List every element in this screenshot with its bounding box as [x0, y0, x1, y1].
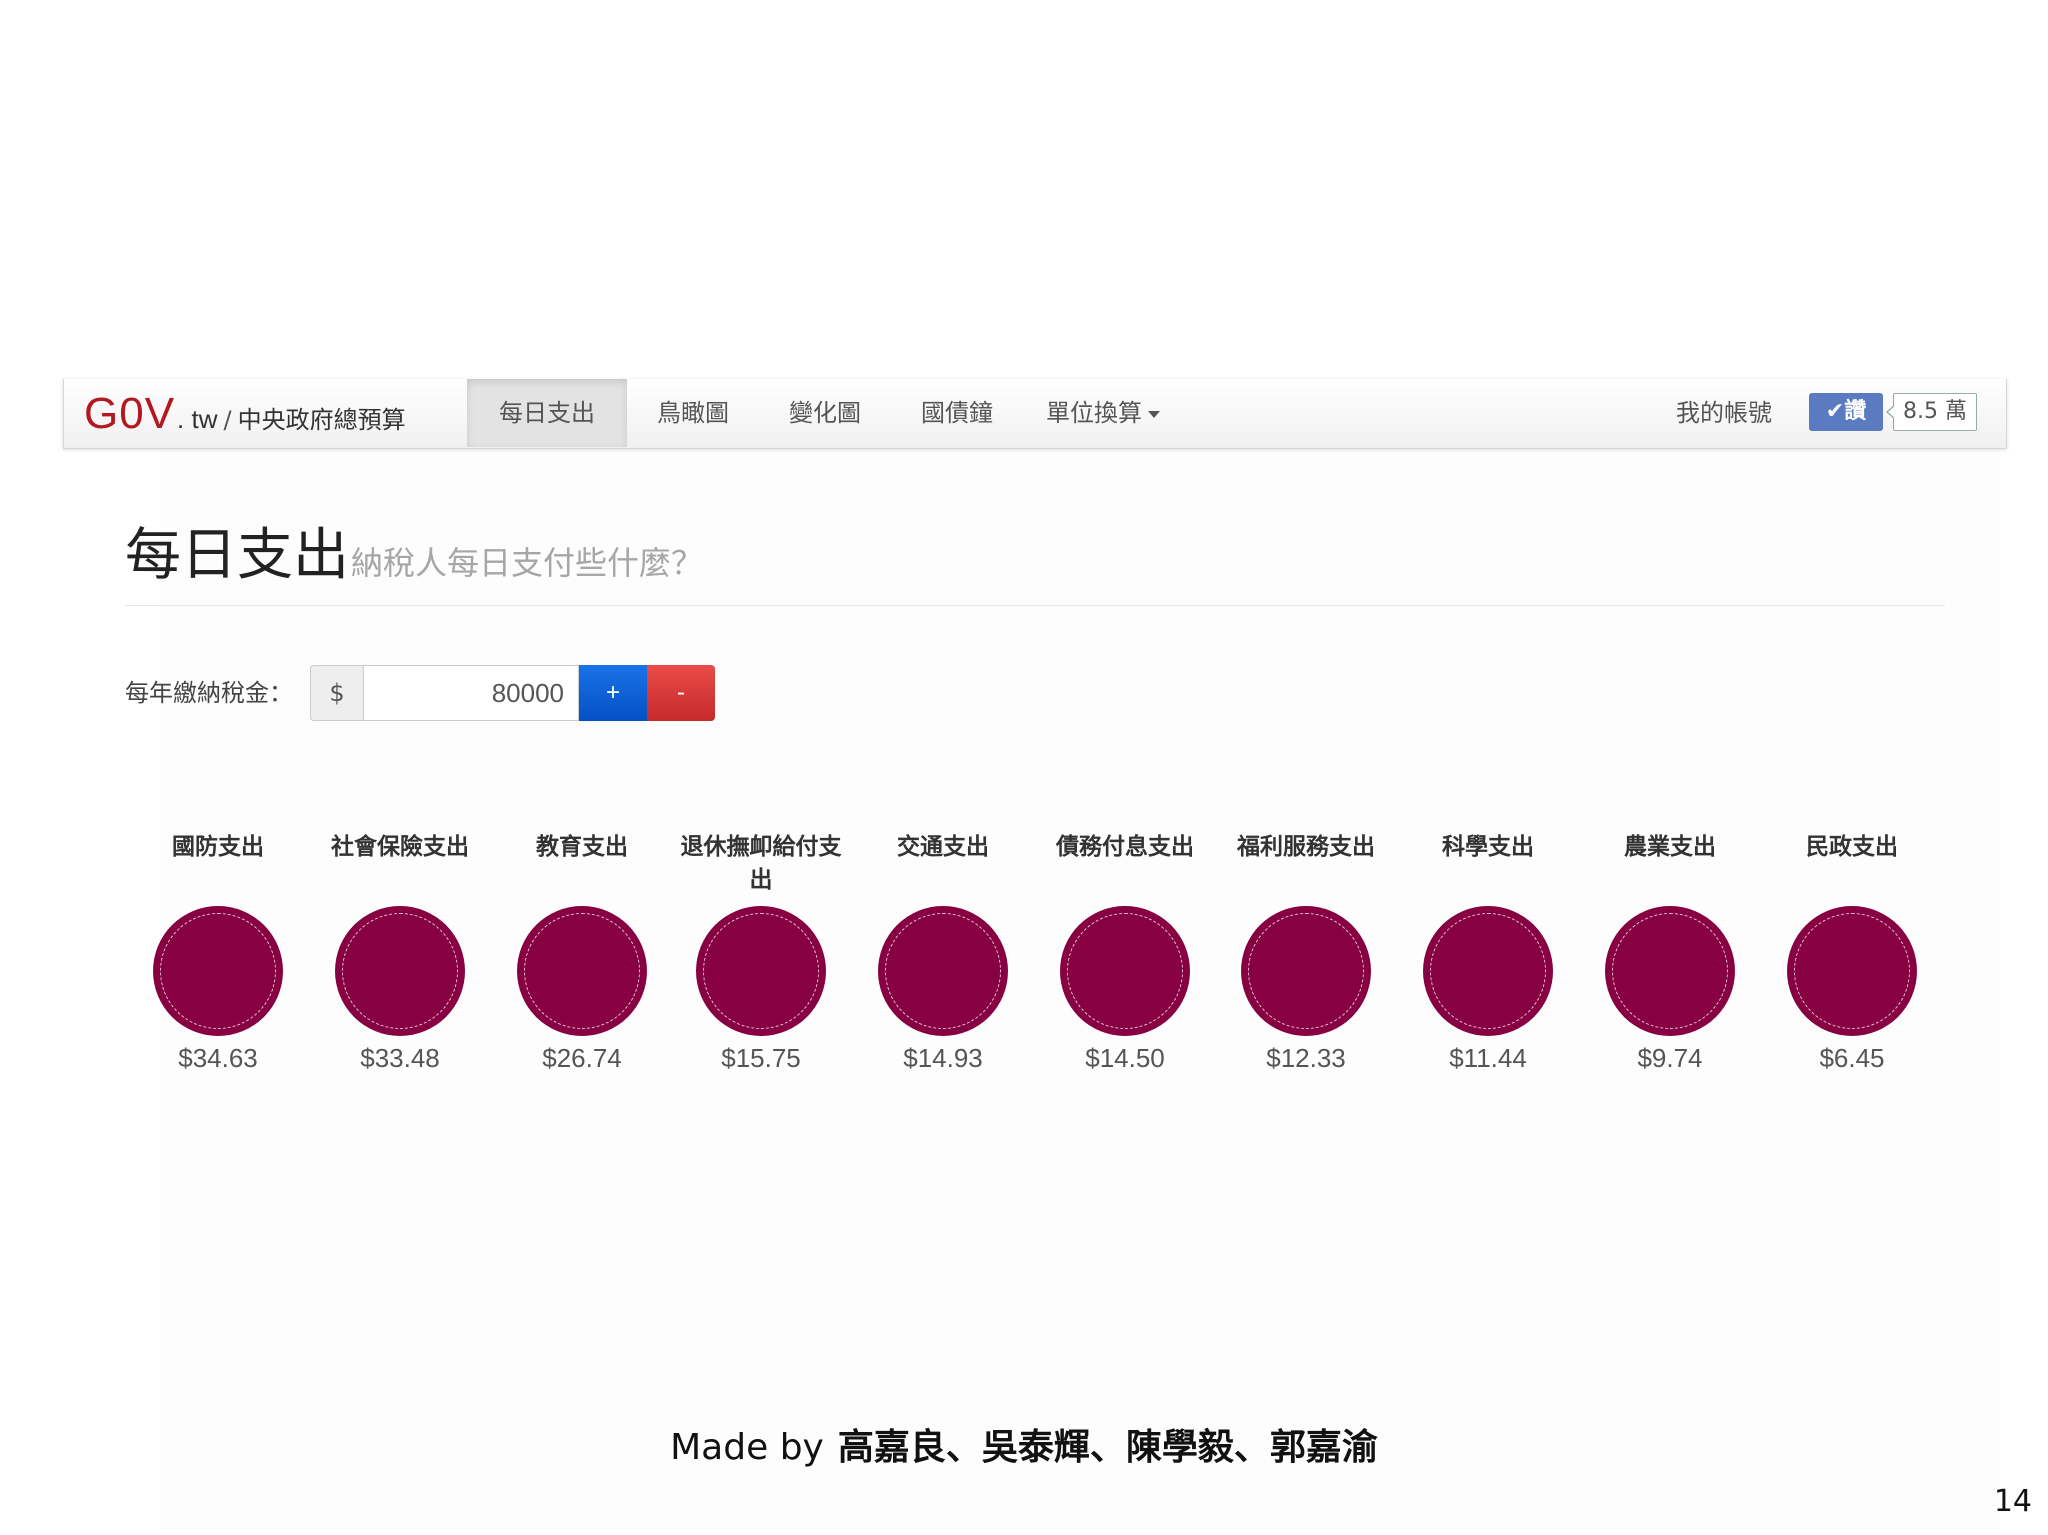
footer-credit: Made by 高嘉良、吳泰輝、陳學毅、郭嘉渝 [0, 1418, 2048, 1470]
category-circle[interactable] [154, 907, 282, 1035]
category-circle[interactable] [336, 907, 464, 1035]
page-title-main: 每日支出 [125, 523, 349, 588]
category-circle[interactable] [1242, 907, 1370, 1035]
category-circle[interactable] [1788, 907, 1916, 1035]
increase-button[interactable]: + [579, 665, 647, 721]
slide-number: 14 [1993, 1484, 2032, 1519]
category-value: $14.93 [903, 1043, 983, 1073]
category-item[interactable]: 交通支出 $14.93 [858, 830, 1028, 1074]
category-label: 交通支出 [897, 833, 989, 860]
category-item[interactable]: 福利服務支出 $12.33 [1221, 830, 1391, 1074]
facebook-like-button[interactable]: ✔讚 [1809, 393, 1883, 431]
nav-item-label: 每日支出 [499, 399, 595, 427]
top-navbar: G0V . tw / 中央政府總預算 每日支出 鳥瞰圖 變化圖 國債鐘 單位換算… [63, 379, 2007, 449]
made-by-label: Made by [670, 1427, 824, 1468]
tax-input-group: $ + - [310, 665, 715, 721]
category-circle[interactable] [1424, 907, 1552, 1035]
category-circle[interactable] [1061, 907, 1189, 1035]
category-circle[interactable] [1606, 907, 1734, 1035]
decrease-button[interactable]: - [647, 665, 715, 721]
category-value: $34.63 [178, 1043, 258, 1073]
nav-item-label: 國債鐘 [921, 399, 993, 427]
category-label: 教育支出 [536, 833, 628, 860]
category-item[interactable]: 民政支出 $6.45 [1767, 830, 1937, 1074]
category-label: 民政支出 [1806, 833, 1898, 860]
category-item[interactable]: 科學支出 $11.44 [1403, 830, 1573, 1074]
page-subtitle: 納稅人每日支付些什麼？ [351, 544, 704, 582]
category-item[interactable]: 教育支出 $26.74 [497, 830, 667, 1074]
nav-item-label: 鳥瞰圖 [657, 399, 729, 427]
author-names: 高嘉良、吳泰輝、陳學毅、郭嘉渝 [837, 1427, 1378, 1468]
brand-subtitle: 中央政府總預算 [237, 406, 406, 434]
category-label: 農業支出 [1624, 833, 1716, 860]
category-label: 債務付息支出 [1056, 833, 1194, 860]
nav-item-changes[interactable]: 變化圖 [759, 379, 891, 447]
category-label: 社會保險支出 [331, 833, 469, 860]
category-item[interactable]: 社會保險支出 $33.48 [315, 830, 485, 1074]
category-label: 國防支出 [172, 833, 264, 860]
category-circle[interactable] [879, 907, 1007, 1035]
category-value: $14.50 [1085, 1043, 1165, 1073]
category-circle[interactable] [518, 907, 646, 1035]
category-item[interactable]: 債務付息支出 $14.50 [1040, 830, 1210, 1074]
nav-item-label: 我的帳號 [1676, 399, 1772, 427]
g0v-logo: G0V [84, 389, 176, 438]
slide: G0V . tw / 中央政府總預算 每日支出 鳥瞰圖 變化圖 國債鐘 單位換算… [0, 0, 2048, 1535]
category-item[interactable]: 國防支出 $34.63 [133, 830, 303, 1074]
nav-item-label: 單位換算 [1046, 399, 1142, 427]
category-item[interactable]: 農業支出 $9.74 [1585, 830, 1755, 1074]
category-value: $33.48 [360, 1043, 440, 1073]
category-value: $11.44 [1449, 1043, 1527, 1073]
annual-tax-input[interactable] [363, 665, 579, 721]
category-label: 科學支出 [1442, 833, 1534, 860]
like-count: 8.5 萬 [1886, 393, 1977, 431]
category-value: $9.74 [1637, 1043, 1703, 1073]
nav-item-overview[interactable]: 鳥瞰圖 [627, 379, 759, 447]
category-label: 福利服務支出 [1237, 833, 1375, 860]
category-value: $12.33 [1266, 1043, 1346, 1073]
chevron-down-icon [1148, 410, 1160, 418]
nav-item-unit-conversion[interactable]: 單位換算 [1023, 379, 1183, 447]
page-title: 每日支出 納稅人每日支付些什麼？ [125, 510, 703, 591]
category-value: $15.75 [721, 1043, 801, 1073]
nav-item-label: 變化圖 [789, 399, 861, 427]
category-circle[interactable] [697, 907, 825, 1035]
category-value: $26.74 [542, 1043, 622, 1073]
currency-prefix: $ [310, 665, 363, 721]
spending-categories: 國防支出 $34.63 社會保險支出 $33.48 教育支出 $26.74 退休… [0, 830, 2048, 1090]
nav-item-debt-clock[interactable]: 國債鐘 [891, 379, 1023, 447]
tax-label: 每年繳納稅金： [125, 679, 293, 707]
brand-tld: . tw [177, 404, 218, 434]
title-divider [125, 605, 1945, 606]
category-value: $6.45 [1819, 1043, 1885, 1073]
nav-item-daily-spending[interactable]: 每日支出 [467, 379, 627, 447]
nav-item-account[interactable]: 我的帳號 [1644, 379, 1804, 447]
category-item[interactable]: 退休撫卹給付支出 $15.75 [676, 830, 846, 1074]
brand[interactable]: G0V . tw / 中央政府總預算 [84, 389, 406, 439]
category-label: 退休撫卹給付支出 [680, 833, 842, 893]
brand-separator: / [223, 406, 232, 434]
